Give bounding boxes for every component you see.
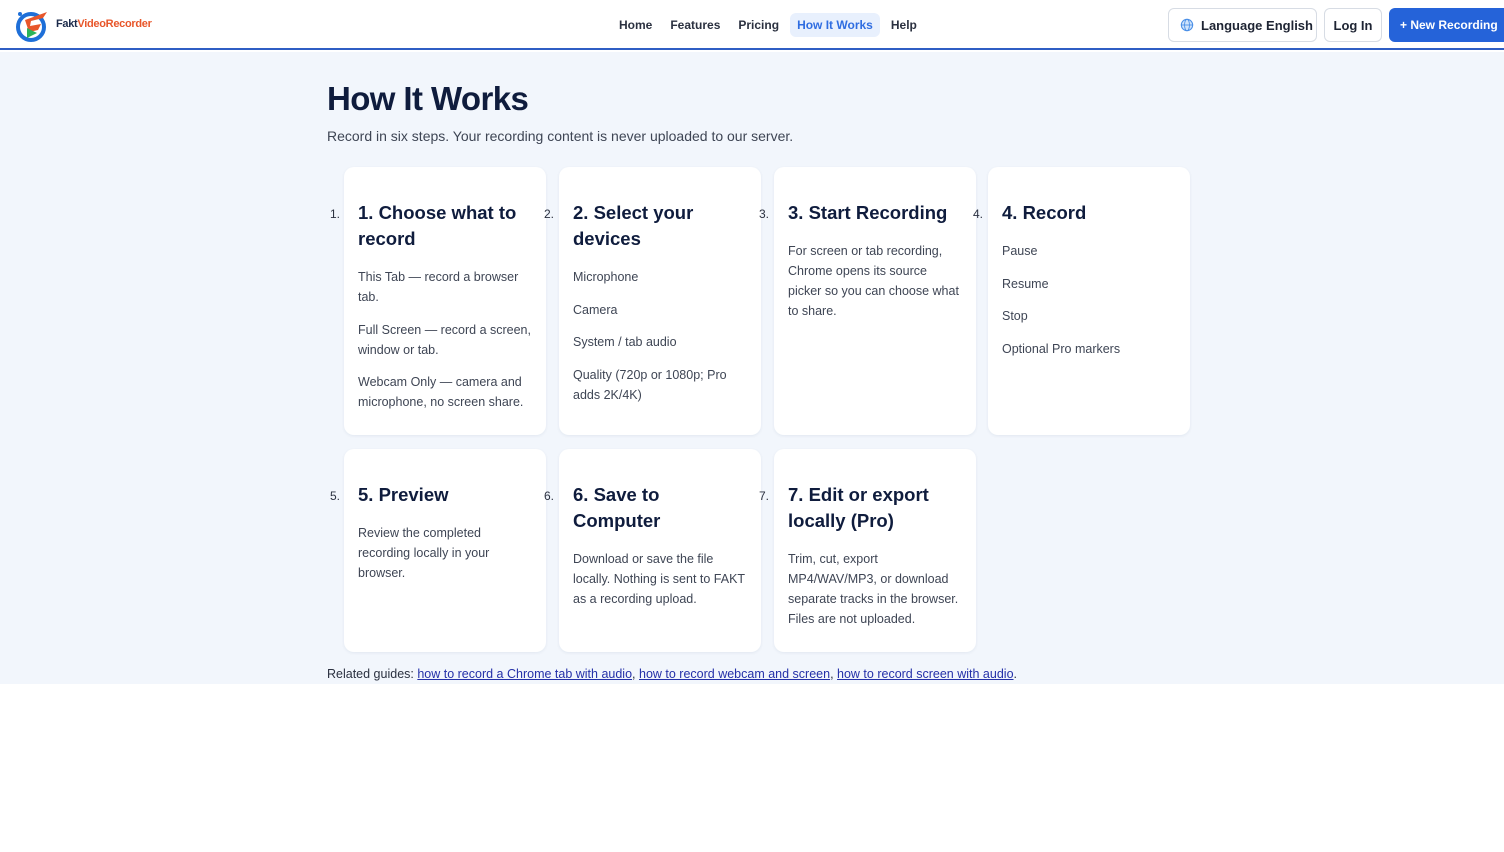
step-description: Download or save the file locally. Nothi… [573, 552, 745, 606]
step-number: 4. [973, 207, 984, 221]
step-title: 6. Save to Computer [573, 484, 661, 531]
step-card-start-recording: 3. Start Recording For screen or tab rec… [774, 167, 976, 435]
nav-home[interactable]: Home [612, 13, 659, 37]
logo[interactable]: FaktVideoRecorder [13, 6, 152, 42]
step-number: 3. [759, 207, 770, 221]
step-title: 7. Edit or export locally (Pro) [788, 484, 929, 531]
list-item: Optional Pro markers [1002, 341, 1121, 356]
separator: , [830, 667, 838, 681]
page-subtitle: Record in six steps. Your recording cont… [327, 128, 794, 144]
step-card-edit-export: 7. Edit or export locally (Pro) Trim, cu… [774, 449, 976, 652]
step-card-save-to-computer: 6. Save to Computer Download or save the… [559, 449, 761, 652]
step-title: 1. Choose what to record [358, 202, 517, 249]
page-title: How It Works [327, 80, 529, 117]
step-list: Microphone Camera System / tab audio Qua… [573, 267, 747, 405]
list-item: System / tab audio [573, 335, 677, 349]
step-number: 1. [330, 207, 341, 221]
step-title: 3. Start Recording [788, 202, 948, 223]
step-description: Trim, cut, export MP4/WAV/MP3, or downlo… [788, 552, 959, 626]
list-item: Microphone [573, 270, 639, 284]
step-card-record: 4. Record Pause Resume Stop Optional Pro… [988, 167, 1190, 435]
logo-text: FaktVideoRecorder [56, 18, 152, 30]
logo-icon [16, 12, 47, 42]
step-number: 7. [759, 489, 770, 503]
list-item: Pause [1002, 244, 1038, 258]
step-title: 5. Preview [358, 484, 449, 505]
globe-icon [1180, 18, 1194, 32]
language-selector[interactable]: Language English [1168, 8, 1317, 42]
separator: , [632, 667, 639, 681]
step-number: 2. [544, 207, 555, 221]
language-value: English [1266, 17, 1313, 33]
related-suffix: . [1013, 667, 1017, 681]
main-nav: Home Features Pricing How It Works Help [612, 13, 924, 37]
how-it-works-section: How It Works Record in six steps. Your r… [0, 52, 1504, 684]
nav-how-it-works[interactable]: How It Works [790, 13, 880, 37]
list-item: Resume [1002, 276, 1049, 291]
step-title: 2. Select your devices [573, 202, 694, 249]
step-list: This Tab — record a browser tab. Full Sc… [358, 267, 532, 412]
list-item: This Tab — record a browser tab. [358, 270, 519, 304]
guide-link-chrome-tab-audio[interactable]: how to record a Chrome tab with audio [417, 667, 632, 681]
new-recording-button[interactable]: + New Recording [1389, 8, 1504, 42]
step-card-preview: 5. Preview Review the completed recordin… [344, 449, 546, 652]
nav-help[interactable]: Help [884, 13, 924, 37]
step-description: Review the completed recording locally i… [358, 526, 490, 580]
step-card-choose-source: 1. Choose what to record This Tab — reco… [344, 167, 546, 435]
step-number: 5. [330, 489, 341, 503]
step-title: 4. Record [1002, 202, 1087, 223]
list-item: Quality (720p or 1080p; Pro adds 2K/4K) [573, 367, 727, 402]
list-item: Webcam Only — camera and microphone, no … [358, 375, 524, 409]
nav-pricing[interactable]: Pricing [731, 13, 786, 37]
related-guides: Related guides: how to record a Chrome t… [327, 667, 1017, 681]
step-number: 6. [544, 489, 555, 503]
list-item: Full Screen — record a screen, window or… [358, 322, 531, 357]
step-list: Pause Resume Stop Optional Pro markers [1002, 241, 1176, 359]
top-navbar: FaktVideoRecorder Home Features Pricing … [0, 0, 1504, 50]
list-item: Camera [573, 302, 618, 317]
step-card-select-devices: 2. Select your devices Microphone Camera… [559, 167, 761, 435]
language-label: Language [1201, 17, 1263, 33]
guide-link-webcam-and-screen[interactable]: how to record webcam and screen [639, 667, 830, 681]
nav-features[interactable]: Features [663, 13, 727, 37]
step-description: For screen or tab recording, Chrome open… [788, 244, 959, 318]
list-item: Stop [1002, 309, 1028, 323]
related-guides-label: Related guides: [327, 667, 418, 681]
login-button[interactable]: Log In [1324, 8, 1382, 42]
guide-link-screen-with-audio[interactable]: how to record screen with audio [837, 667, 1013, 681]
